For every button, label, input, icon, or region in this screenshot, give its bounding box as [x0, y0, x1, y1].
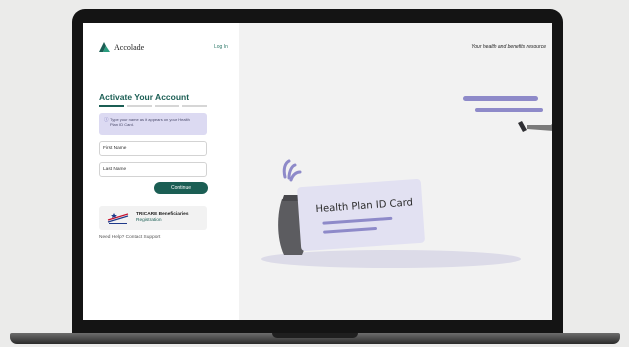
hint-box: ⓘ Type your name as it appears on your H… — [99, 113, 207, 135]
tricare-registration-link[interactable]: Registration — [136, 218, 162, 223]
signup-panel: Accolade Log In Activate Your Account ⓘ … — [83, 23, 239, 320]
page-title: Activate Your Account — [99, 92, 190, 102]
woman-figure — [518, 121, 552, 132]
progress-steps — [99, 105, 207, 107]
last-name-field[interactable]: Last Name — [99, 162, 207, 177]
hero-panel: Your health and benefits resource Health… — [239, 23, 552, 320]
first-name-field[interactable]: First Name — [99, 141, 207, 156]
progress-step-3 — [154, 105, 180, 107]
tricare-logo-icon — [106, 211, 130, 225]
id-card: Health Plan ID Card — [297, 179, 425, 251]
app-screen: Accolade Log In Activate Your Account ⓘ … — [83, 23, 552, 320]
tricare-registration-card[interactable]: TRICARE Beneficiaries Registration — [99, 206, 207, 230]
hint-text: Type your name as it appears on your Hea… — [110, 117, 190, 127]
progress-step-4 — [182, 105, 207, 107]
progress-step-2 — [126, 105, 152, 107]
accolade-logo: Accolade — [99, 42, 144, 52]
info-icon: ⓘ — [104, 117, 109, 122]
continue-button[interactable]: Continue — [154, 182, 208, 194]
login-link[interactable]: Log In — [214, 44, 228, 50]
accolade-logo-icon — [99, 42, 110, 52]
brand-name: Accolade — [114, 42, 145, 52]
tricare-title: TRICARE Beneficiaries — [136, 212, 189, 217]
laptop-notch — [272, 333, 358, 338]
progress-step-1 — [99, 105, 124, 107]
health-plan-card-illustration: Health Plan ID Card — [261, 96, 552, 268]
help-link[interactable]: Need Help? Contact Support — [99, 235, 160, 240]
